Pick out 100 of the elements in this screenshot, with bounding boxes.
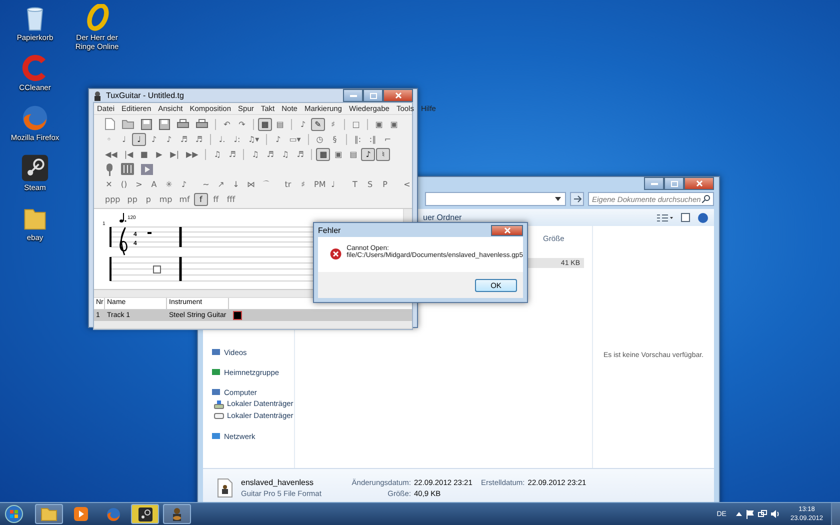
toolbar-button[interactable]: f [194,192,208,206]
toolbar-button[interactable]: S [363,178,377,190]
view-list-icon[interactable] [657,214,673,222]
toolbar-button[interactable]: > [132,178,146,190]
close-button[interactable] [491,224,523,236]
toolbar-button[interactable]: pp [124,192,140,206]
toolbar-button[interactable]: ■ [137,148,152,160]
refresh-button[interactable] [570,192,584,206]
toolbar-button[interactable]: ✳ [162,178,176,190]
toolbar-button[interactable]: ▤ [273,118,287,130]
toolbar-button[interactable]: ♬ [177,132,191,146]
folder-icon[interactable] [122,119,134,129]
flag-icon[interactable] [746,510,754,518]
toolbar-button[interactable]: ♩: [230,132,244,146]
microphone-icon[interactable] [105,162,114,176]
toolbar-button[interactable]: ▣ [372,118,386,130]
toolbar-button[interactable]: ♯ [296,178,310,190]
new-folder-button[interactable]: uer Ordner [423,213,462,222]
toolbar-button[interactable]: ♮ [376,148,390,160]
minimize-button[interactable] [644,177,664,190]
toolbar-button[interactable]: ♪ [162,132,176,146]
toolbar-button[interactable]: |◀ [121,148,136,160]
toolbar-button[interactable]: ▦ [258,118,272,130]
toolbar-button[interactable]: T [348,178,362,190]
toolbar-button[interactable]: ↓ [229,178,243,190]
toolbar-button[interactable]: ✎ [311,118,325,130]
toolbar-button[interactable]: ♩ [132,132,146,146]
toolbar-button[interactable]: ♫ [210,148,224,160]
minimize-button[interactable] [343,89,363,102]
toolbar-button[interactable]: () [117,178,131,190]
save-icon[interactable] [141,118,152,130]
toolbar-button[interactable]: ♩. [215,132,229,146]
toolbar-button[interactable]: PM [311,178,325,190]
toolbar-button[interactable]: ♬ [192,132,206,146]
toolbar-button[interactable]: ♬ [263,148,278,160]
toolbar-button[interactable]: ⌐ [380,132,395,146]
toolbar-button[interactable]: § [328,132,342,146]
steam-logo-icon [138,506,152,522]
toolbar-button[interactable]: ♪ [361,148,376,160]
toolbar-button[interactable]: ↷ [235,118,249,130]
printer-icon[interactable] [177,119,189,129]
toolbar-button[interactable]: ▤ [346,148,360,160]
toolbar-button[interactable]: ✕ [102,178,116,190]
printer-icon[interactable] [196,119,208,129]
toolbar-button[interactable]: ‖: [350,132,365,146]
play-square-icon[interactable] [141,164,153,174]
toolbar-button[interactable]: □ [349,118,363,130]
toolbar-button[interactable]: p [141,192,156,206]
toolbar-button[interactable]: ◷ [312,132,327,146]
toolbar-button[interactable]: ♫ [278,148,292,160]
toolbar-button[interactable]: ◦ [102,132,116,146]
taskbar-button[interactable] [163,504,191,524]
toolbar-button[interactable]: P [378,178,392,190]
toolbar-button[interactable]: ♬ [225,148,240,160]
toolbar-button[interactable]: ♪ [147,132,161,146]
toolbar-button[interactable]: ◀◀ [102,148,120,160]
toolbar-button[interactable]: ↶ [220,118,234,130]
toolbar-button[interactable]: ♬ [293,148,308,160]
preview-pane-icon[interactable] [681,213,690,222]
save-icon[interactable] [159,118,170,130]
maximize-button[interactable] [363,89,383,102]
mixer-icon[interactable] [121,163,134,175]
toolbar-button[interactable]: mp [156,192,176,206]
toolbar-button[interactable]: ▶ [152,148,166,160]
toolbar-button[interactable]: < [400,178,414,190]
maximize-button[interactable] [664,177,684,190]
toolbar-button[interactable]: ppp [102,192,124,206]
toolbar-button[interactable]: ▭▾ [286,132,304,146]
start-orb-icon[interactable] [5,505,23,523]
toolbar-button[interactable]: A [147,178,161,190]
toolbar-button[interactable]: :‖ [366,132,380,146]
toolbar-button[interactable]: ♪ [296,118,310,130]
toolbar-button[interactable]: ▶| [167,148,182,160]
taskbar-button[interactable] [131,504,159,524]
close-button[interactable] [684,177,714,190]
toolbar-button[interactable]: ♪ [271,132,286,146]
speaker-icon[interactable] [771,510,780,518]
toolbar-button[interactable]: ♩ [326,178,340,190]
toolbar-button[interactable]: ▣ [331,148,346,160]
toolbar-button[interactable]: ♫▾ [245,132,262,146]
toolbar-button[interactable]: ♯ [326,118,340,130]
toolbar-button[interactable]: tr [281,178,295,190]
toolbar-button[interactable]: ▣ [387,118,401,130]
toolbar-button[interactable]: ⌒ [259,178,273,190]
toolbar-button[interactable]: ▶▶ [183,148,202,160]
toolbar-button[interactable]: ff [208,192,223,206]
toolbar-button[interactable]: mf [176,192,193,206]
horizontal-scrollbar[interactable] [94,321,412,329]
new-page-icon[interactable] [105,118,115,130]
toolbar-button[interactable]: ▦ [316,148,330,160]
close-button[interactable] [383,89,413,102]
toolbar-button[interactable]: ⋈ [244,178,258,190]
toolbar-button[interactable]: ♪ [177,178,191,190]
toolbar-button[interactable]: ∼ [199,178,213,190]
steam-logo-icon[interactable] [21,154,49,182]
show-hidden-icons-icon[interactable] [736,512,742,516]
toolbar-button[interactable]: ↗ [214,178,228,190]
toolbar-button[interactable]: fff [224,192,238,206]
toolbar-button[interactable]: ♫ [248,148,262,160]
toolbar-button[interactable]: ♩ [117,132,131,146]
